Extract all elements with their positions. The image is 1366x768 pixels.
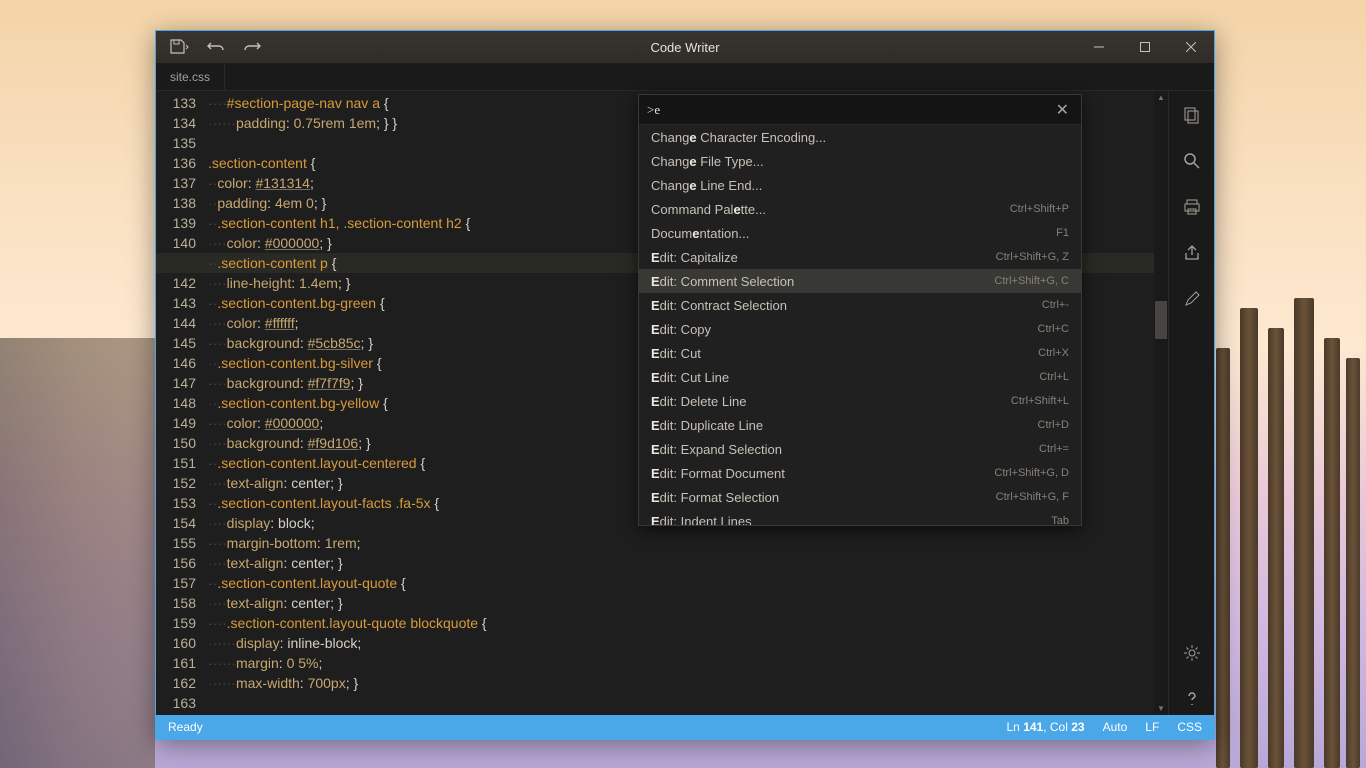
- wallpaper-pier-left: [0, 338, 155, 768]
- palette-item[interactable]: Change Character Encoding...: [639, 125, 1081, 149]
- vertical-scrollbar[interactable]: ▲ ▼: [1154, 91, 1168, 715]
- copy-icon[interactable]: [1176, 99, 1208, 131]
- status-ready: Ready: [168, 720, 203, 734]
- palette-item[interactable]: Edit: Contract SelectionCtrl+-: [639, 293, 1081, 317]
- palette-item[interactable]: Edit: Duplicate LineCtrl+D: [639, 413, 1081, 437]
- palette-item[interactable]: Edit: Comment SelectionCtrl+Shift+G, C: [639, 269, 1081, 293]
- share-icon[interactable]: [1176, 237, 1208, 269]
- palette-item[interactable]: Edit: Cut LineCtrl+L: [639, 365, 1081, 389]
- eol-indicator[interactable]: LF: [1145, 720, 1159, 734]
- print-icon[interactable]: [1176, 191, 1208, 223]
- wallpaper-pier-right: [1206, 293, 1366, 768]
- settings-icon[interactable]: [1176, 637, 1208, 669]
- palette-item[interactable]: Edit: CutCtrl+X: [639, 341, 1081, 365]
- palette-item[interactable]: Edit: Indent LinesTab: [639, 509, 1081, 525]
- palette-item[interactable]: Change Line End...: [639, 173, 1081, 197]
- language-indicator[interactable]: CSS: [1177, 720, 1202, 734]
- scrollbar-thumb[interactable]: [1155, 301, 1167, 339]
- command-palette: ✕ Change Character Encoding...Change Fil…: [638, 94, 1082, 526]
- tab-bar: site.css: [156, 63, 1214, 91]
- palette-item[interactable]: Edit: CapitalizeCtrl+Shift+G, Z: [639, 245, 1081, 269]
- app-window: Code Writer site.css 1331341351361371381…: [155, 30, 1215, 740]
- edit-icon[interactable]: [1176, 283, 1208, 315]
- palette-item[interactable]: Documentation...F1: [639, 221, 1081, 245]
- redo-button[interactable]: [236, 33, 268, 61]
- line-gutter: 1331341351361371381391401411421431441451…: [156, 91, 204, 713]
- maximize-button[interactable]: [1122, 31, 1168, 63]
- undo-button[interactable]: [200, 33, 232, 61]
- palette-close-icon[interactable]: ✕: [1052, 100, 1073, 120]
- palette-item[interactable]: Change File Type...: [639, 149, 1081, 173]
- minimize-button[interactable]: [1076, 31, 1122, 63]
- palette-item[interactable]: Edit: CopyCtrl+C: [639, 317, 1081, 341]
- status-bar: Ready Ln 141, Col 23 Auto LF CSS: [156, 715, 1214, 739]
- palette-item[interactable]: Command Palette...Ctrl+Shift+P: [639, 197, 1081, 221]
- close-button[interactable]: [1168, 31, 1214, 63]
- file-tab[interactable]: site.css: [156, 63, 225, 90]
- help-icon[interactable]: [1176, 683, 1208, 715]
- palette-input[interactable]: [647, 102, 1052, 118]
- palette-list: Change Character Encoding...Change File …: [639, 125, 1081, 525]
- palette-item[interactable]: Edit: Expand SelectionCtrl+=: [639, 437, 1081, 461]
- encoding-indicator[interactable]: Auto: [1103, 720, 1128, 734]
- palette-item[interactable]: Edit: Format DocumentCtrl+Shift+G, D: [639, 461, 1081, 485]
- cursor-position[interactable]: Ln 141, Col 23: [1006, 720, 1084, 734]
- right-sidebar: [1168, 91, 1214, 715]
- palette-item[interactable]: Edit: Delete LineCtrl+Shift+L: [639, 389, 1081, 413]
- save-dropdown-button[interactable]: [164, 33, 196, 61]
- window-title: Code Writer: [650, 40, 719, 55]
- search-icon[interactable]: [1176, 145, 1208, 177]
- titlebar[interactable]: Code Writer: [156, 31, 1214, 63]
- palette-item[interactable]: Edit: Format SelectionCtrl+Shift+G, F: [639, 485, 1081, 509]
